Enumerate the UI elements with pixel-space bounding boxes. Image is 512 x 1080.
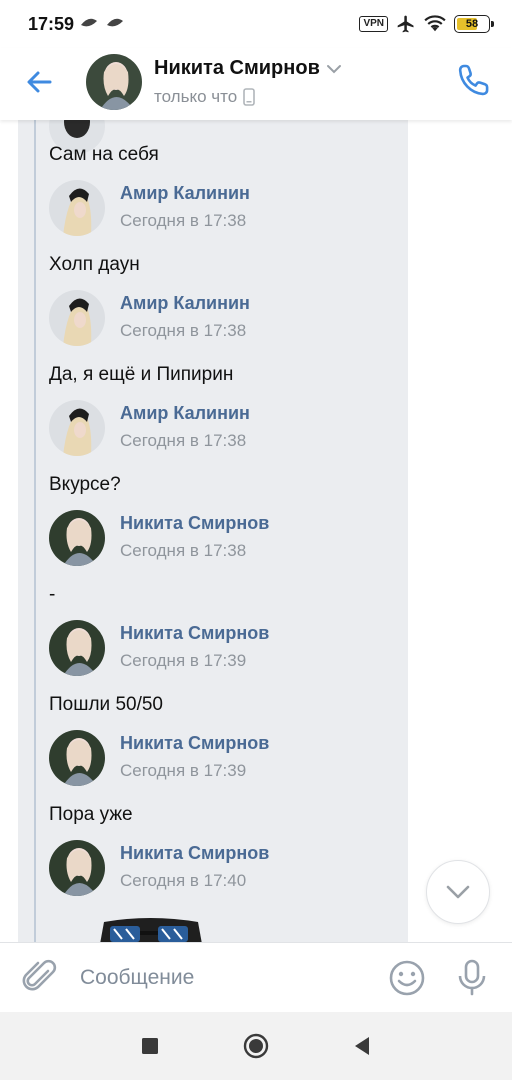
status-bar: 17:59 VPN 58 [0,0,512,48]
scroll-to-bottom-button[interactable] [426,860,490,924]
message-input[interactable] [80,961,370,995]
contact-status-row: только что [154,87,255,107]
chat-history[interactable]: Сам на себя Амир Калинин Сегодня в 17:38… [0,120,512,942]
sender-name[interactable]: Никита Смирнов [120,843,269,864]
sender-name[interactable]: Никита Смирнов [120,513,269,534]
home-circle-icon [243,1033,269,1059]
status-icons: VPN 58 [359,13,494,35]
chevron-down-icon[interactable] [326,63,342,75]
wifi-icon [424,15,446,32]
message-text: Вкурсе? [49,474,121,495]
sender-avatar[interactable] [49,180,105,236]
sender-avatar[interactable] [49,510,105,566]
message-time: Сегодня в 17:38 [120,321,247,340]
message-text: Да, я ещё и Пипирин [49,364,234,385]
sender-name[interactable]: Амир Калинин [120,403,250,424]
sticker-image[interactable] [94,918,206,942]
call-icon[interactable] [454,60,494,100]
contact-name-row[interactable]: Никита Смирнов [154,57,342,80]
emoji-icon[interactable] [388,959,426,997]
sender-avatar[interactable] [49,620,105,676]
message-text: Сам на себя [49,144,159,165]
square-icon [142,1038,158,1054]
status-time: 17:59 [28,14,75,34]
sender-name[interactable]: Никита Смирнов [120,623,269,644]
home-button[interactable] [242,1032,270,1060]
forwarded-header: Никита Смирнов Сегодня в 17:40 [49,840,389,900]
back-button[interactable] [348,1032,376,1060]
back-triangle-icon [355,1037,369,1055]
airplane-icon [397,15,414,33]
back-arrow-icon[interactable] [20,62,60,102]
message-time: Сегодня в 17:39 [120,761,247,780]
recent-apps-button[interactable] [136,1032,164,1060]
notification-icon [81,18,97,27]
message-text: Пошли 50/50 [49,694,163,715]
forward-indicator-line [34,120,36,942]
attach-icon[interactable] [20,957,60,997]
microphone-icon[interactable] [452,957,492,997]
battery-level: 58 [465,18,479,30]
contact-name[interactable]: Никита Смирнов [154,57,320,80]
battery-indicator: 58 [454,15,494,33]
forwarded-header: Никита Смирнов Сегодня в 17:38 [49,510,389,570]
sender-name[interactable]: Амир Калинин [120,183,250,204]
system-nav-bar [0,1012,512,1080]
message-time: Сегодня в 17:38 [120,431,247,450]
online-status: только что [154,87,238,106]
vpn-badge: VPN [359,16,388,32]
forwarded-header: Никита Смирнов Сегодня в 17:39 [49,620,389,680]
message-text: - [49,584,56,605]
phone-icon [243,88,255,106]
message-time: Сегодня в 17:38 [120,211,247,230]
sender-name[interactable]: Никита Смирнов [120,733,269,754]
message-time: Сегодня в 17:39 [120,651,247,670]
message-time: Сегодня в 17:40 [120,871,247,890]
sender-avatar[interactable] [49,400,105,456]
sender-name[interactable]: Амир Калинин [120,293,250,314]
forwarded-header: Амир Калинин Сегодня в 17:38 [49,400,389,460]
chat-header: Никита Смирнов только что [0,48,512,120]
forwarded-header: Амир Калинин Сегодня в 17:38 [49,180,389,240]
sender-avatar[interactable] [49,840,105,896]
notification-icon [107,18,123,27]
message-composer [0,942,512,1012]
message-text: Пора уже [49,804,133,825]
forwarded-header: Никита Смирнов Сегодня в 17:39 [49,730,389,790]
sender-avatar[interactable] [49,290,105,346]
forwarded-header: Амир Калинин Сегодня в 17:38 [49,290,389,350]
sender-avatar[interactable] [49,730,105,786]
message-time: Сегодня в 17:38 [120,541,247,560]
chevron-down-icon [446,885,470,899]
contact-avatar[interactable] [86,54,142,110]
message-text: Холп даун [49,254,140,275]
